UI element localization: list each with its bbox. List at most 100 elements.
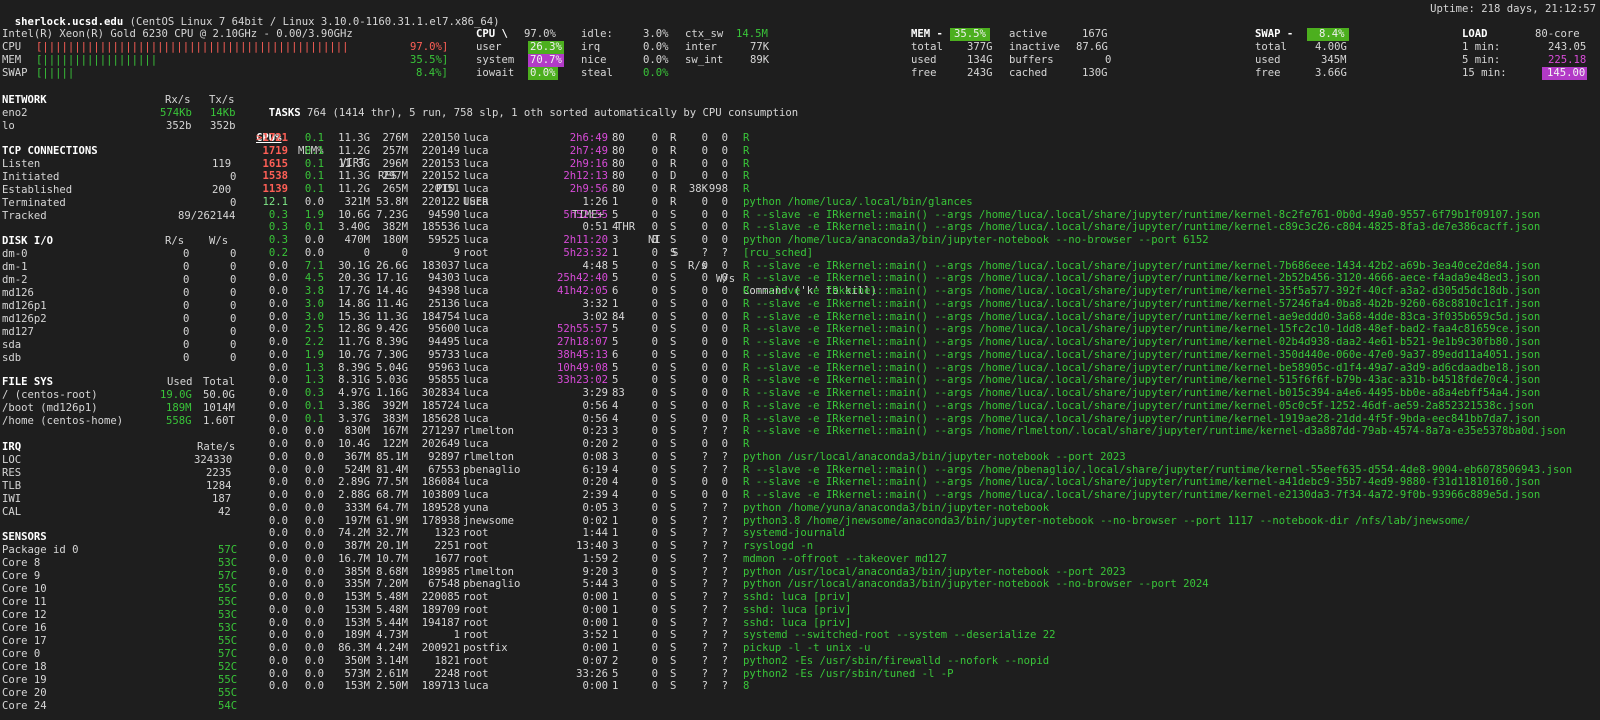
proc-rs: ? <box>701 667 708 680</box>
cpu-idle-label: idle: <box>581 28 613 40</box>
proc-time: 3:29 <box>582 387 608 399</box>
proc-command: sshd: luca [priv] <box>743 591 852 603</box>
cpu-idle-value: 3.0% <box>643 28 669 40</box>
proc-thr: 1 <box>612 603 619 616</box>
proc-res: 53.8M <box>376 195 408 208</box>
proc-command: python2 -Es /usr/sbin/firewalld --nofork… <box>743 654 1050 667</box>
cpu-system-value: 70.7% <box>528 54 564 67</box>
proc-state: S <box>670 208 677 221</box>
mem-total-value: 377G <box>967 41 993 53</box>
proc-pid: 184754 <box>421 310 460 323</box>
proc-virt: 74.2M <box>338 527 370 540</box>
disk-write: 0 <box>230 339 237 351</box>
proc-state: S <box>670 399 677 412</box>
proc-rs: ? <box>701 629 708 642</box>
proc-mem: 0.0 <box>304 552 324 565</box>
proc-rs: 0 <box>701 170 708 183</box>
network-tx: 14Kb <box>210 107 236 119</box>
proc-virt: 350M <box>344 654 370 667</box>
proc-res: 265M <box>382 183 408 195</box>
proc-time: 1:44 <box>582 527 608 540</box>
swap-total-label: total <box>1255 41 1287 53</box>
proc-cpu: 0.0 <box>268 450 288 463</box>
proc-command: R --slave -e IRkernel::main() --args /ho… <box>743 425 1566 438</box>
proc-pid: 95600 <box>428 323 460 336</box>
proc-pid: 220152 <box>421 170 460 183</box>
proc-ws: ? <box>721 616 728 629</box>
proc-mem: 0.0 <box>304 476 324 489</box>
proc-command: systemd --switched-root --system --deser… <box>743 629 1056 642</box>
col-thr-header[interactable]: THR <box>616 221 635 234</box>
proc-mem: 1.9 <box>304 348 324 361</box>
proc-command: R --slave -e IRkernel::main() --args /ho… <box>743 259 1541 272</box>
proc-res: 61.9M <box>376 514 408 527</box>
proc-thr: 3 <box>612 501 619 514</box>
proc-time: 3:52 <box>582 629 608 642</box>
proc-pid: 189709 <box>421 603 460 616</box>
proc-state: S <box>670 501 677 514</box>
proc-virt: 11.2G <box>338 183 370 195</box>
proc-ni: 0 <box>651 297 658 310</box>
proc-virt: 17.7G <box>338 285 370 297</box>
proc-thr: 80 <box>612 144 625 157</box>
proc-time: 2h11:20 <box>563 234 608 246</box>
proc-virt: 11.7G <box>338 336 370 348</box>
proc-rs: 0 <box>701 361 708 374</box>
mem-free-label: free <box>911 67 937 79</box>
proc-user: jnewsome <box>463 514 515 527</box>
proc-ni: 0 <box>651 374 658 387</box>
cpu-nice-label: nice <box>581 54 607 66</box>
proc-cpu: 1538 <box>262 170 288 183</box>
proc-ni: 0 <box>651 514 658 527</box>
proc-state: R <box>670 157 677 170</box>
proc-ni: 0 <box>651 591 658 603</box>
proc-user: luca <box>463 221 489 234</box>
proc-ws: ? <box>721 565 728 578</box>
proc-pid: 186084 <box>421 476 460 489</box>
proc-pid: 194187 <box>421 616 460 629</box>
proc-mem: 0.0 <box>304 654 324 667</box>
mem-cached-value: 130G <box>1082 67 1108 79</box>
proc-pid: 302834 <box>421 387 460 399</box>
proc-rs: ? <box>701 642 708 654</box>
disk-read: 0 <box>183 248 190 260</box>
proc-state: S <box>670 603 677 616</box>
proc-command: python3.8 /home/jnewsome/anaconda3/bin/j… <box>743 514 1471 527</box>
proc-mem: 0.0 <box>304 578 324 591</box>
proc-thr: 1 <box>612 297 619 310</box>
proc-virt: 2.89G <box>338 476 370 489</box>
sensor-temp: 55C <box>218 596 238 608</box>
cpu-irq-value: 0.0% <box>643 41 669 53</box>
proc-res: 297M <box>382 170 408 183</box>
fs-used: 189M <box>166 402 192 414</box>
proc-virt: 333M <box>344 501 370 514</box>
proc-rs: ? <box>701 463 708 476</box>
load-15min-value: 145.00 <box>1542 67 1588 80</box>
proc-pid: 220150 <box>421 132 460 144</box>
proc-command: R --slave -e IRkernel::main() --args /ho… <box>743 323 1541 336</box>
proc-time: 27h18:07 <box>556 336 608 348</box>
proc-state: S <box>670 412 677 425</box>
proc-cpu: 0.0 <box>268 591 288 603</box>
mem-inactive-label: inactive <box>1009 41 1061 53</box>
proc-ws: ? <box>721 463 728 476</box>
sensor-temp: 54C <box>218 700 238 712</box>
tcp-title: TCP CONNECTIONS <box>2 145 98 157</box>
proc-user: luca <box>463 144 489 157</box>
proc-command: python /usr/local/anaconda3/bin/jupyter-… <box>743 578 1209 591</box>
proc-pid: 200921 <box>421 642 460 654</box>
proc-res: 77.5M <box>376 476 408 489</box>
proc-time: 0:05 <box>582 501 608 514</box>
proc-ws: 0 <box>721 323 728 336</box>
proc-cpu: 0.0 <box>268 501 288 514</box>
proc-rs: 0 <box>701 412 708 425</box>
tcp-value: 200 <box>212 184 232 196</box>
proc-time: 33:26 <box>576 667 608 680</box>
cpu-iowait-label: iowait <box>476 67 515 79</box>
proc-mem: 0.0 <box>304 489 324 501</box>
tcp-label: Terminated <box>2 197 66 209</box>
proc-ws: ? <box>721 578 728 591</box>
proc-user: luca <box>463 374 489 387</box>
proc-command: R --slave -e IRkernel::main() --args /ho… <box>743 310 1541 323</box>
proc-command: R <box>743 170 750 183</box>
